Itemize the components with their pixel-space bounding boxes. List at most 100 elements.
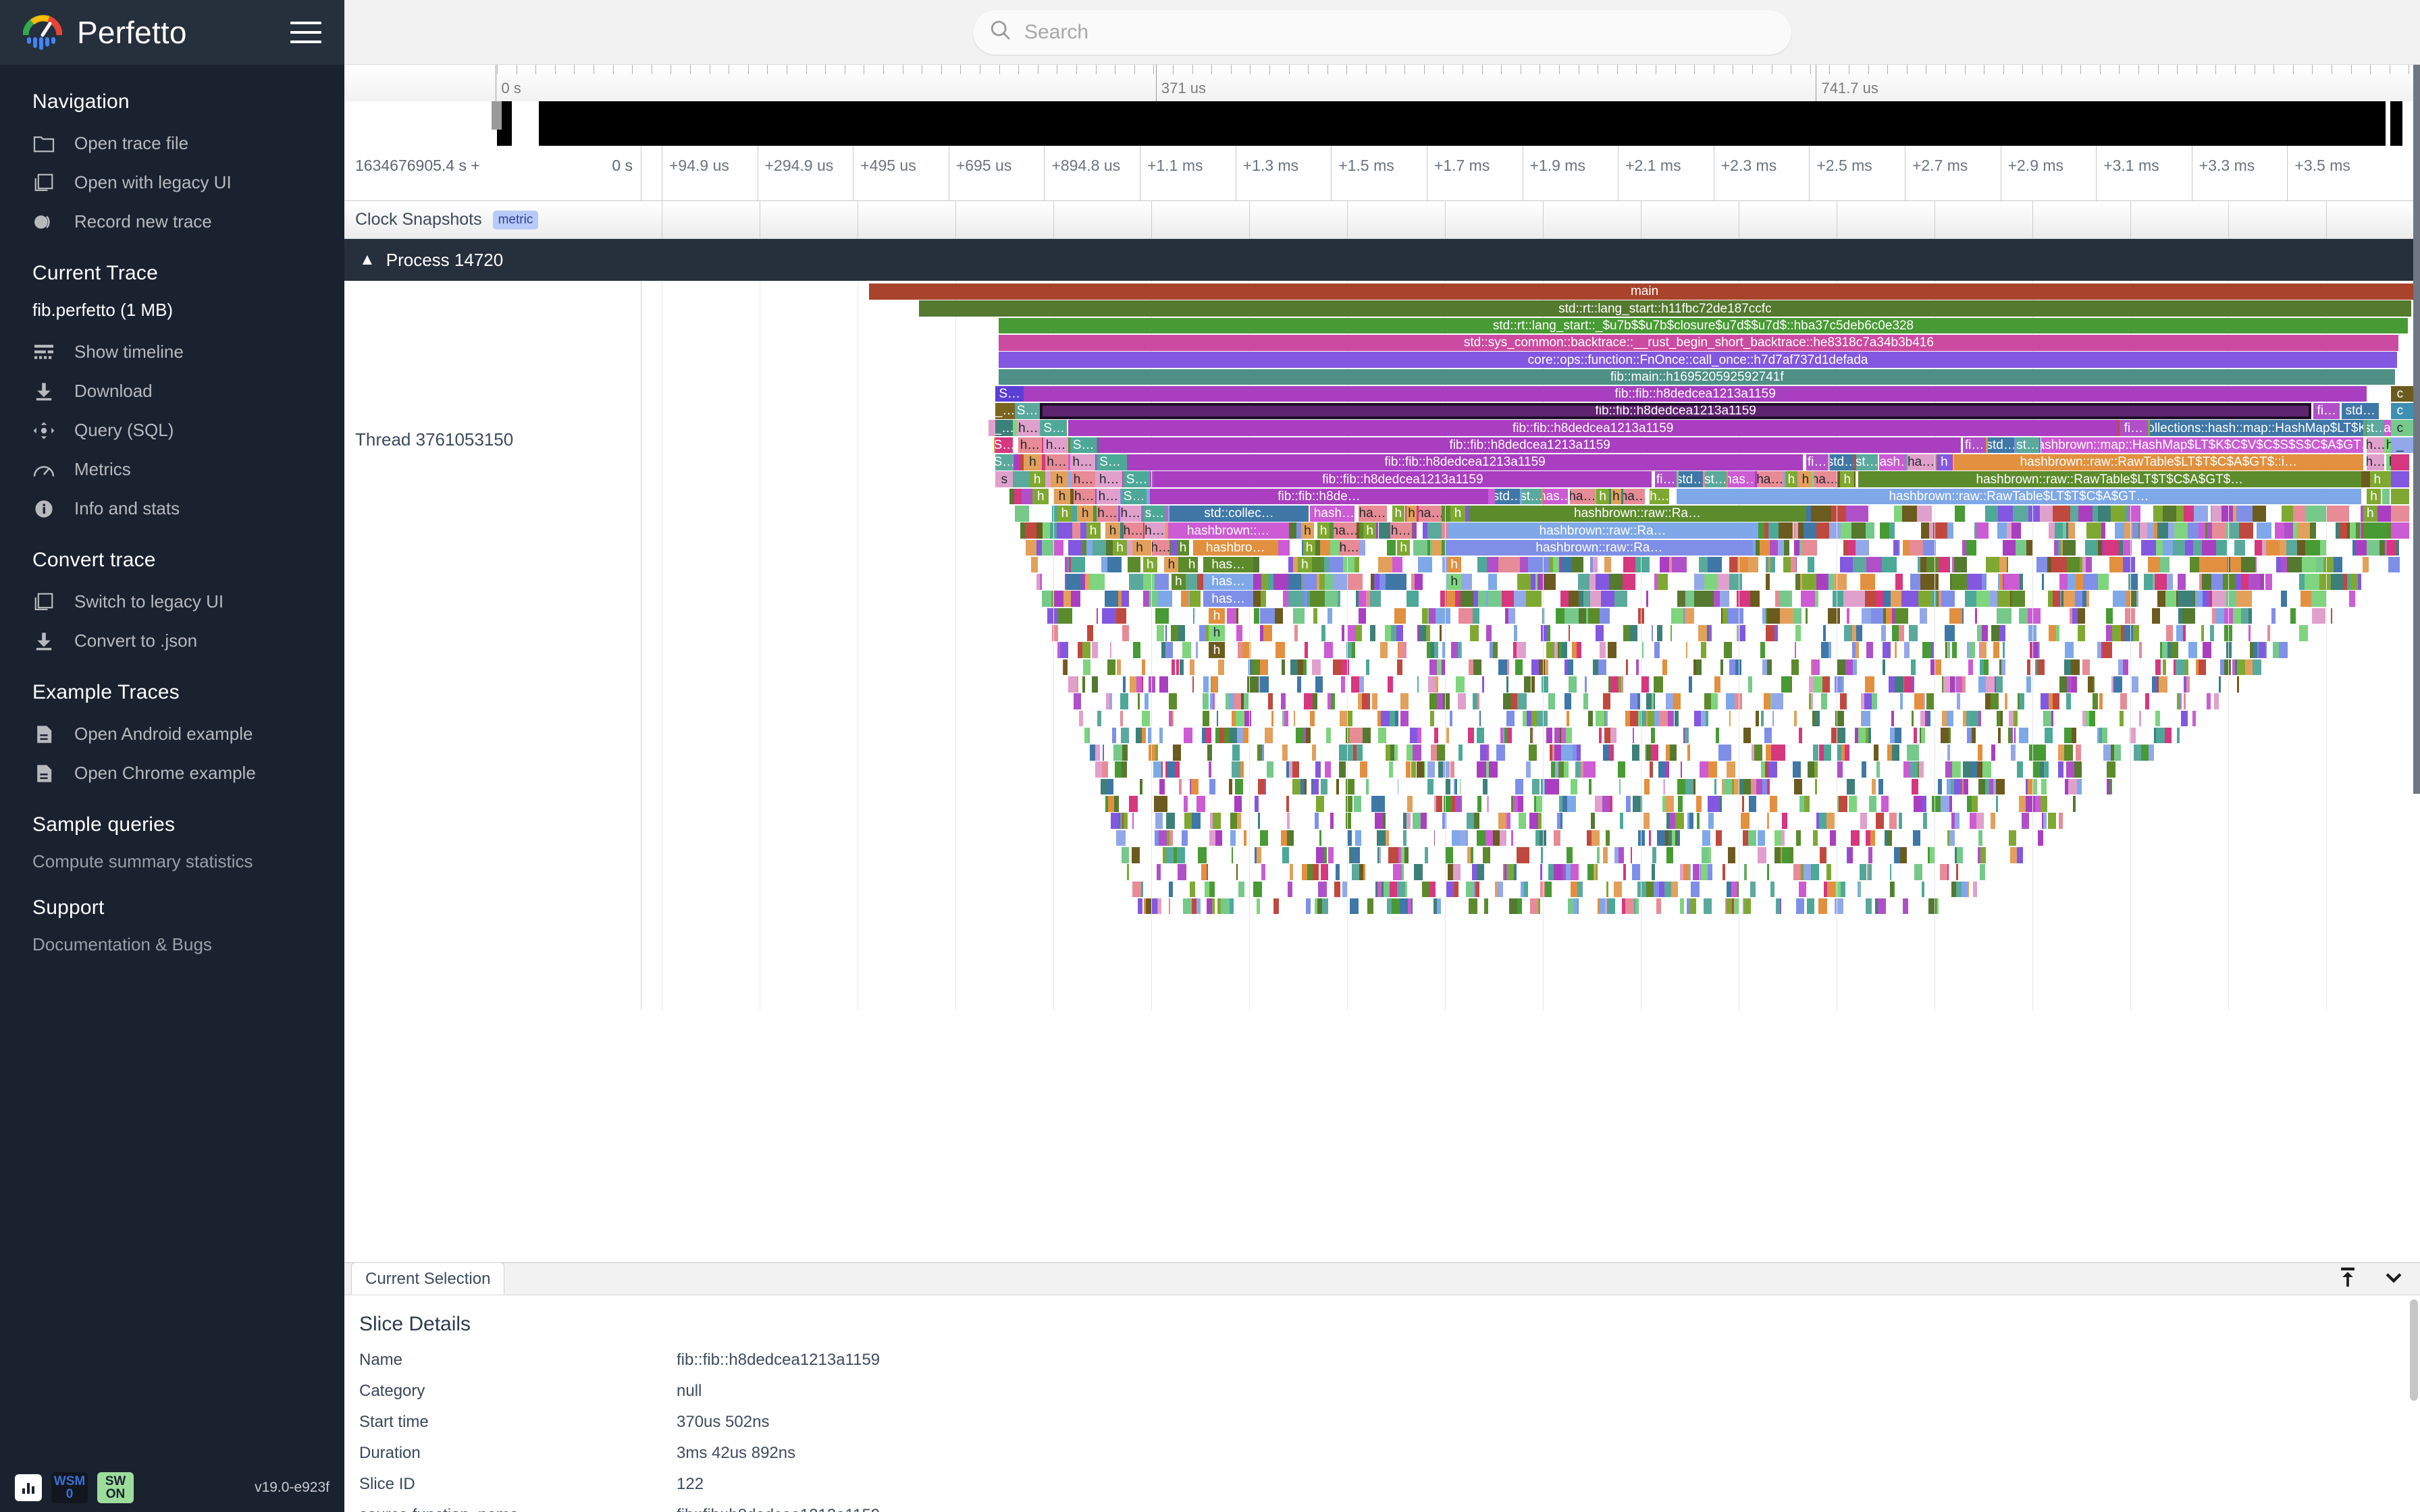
flamegraph-slice[interactable] <box>1273 898 1280 915</box>
flamegraph-slice[interactable] <box>1720 659 1724 676</box>
flamegraph-slice[interactable] <box>1211 676 1219 693</box>
flamegraph-slice[interactable] <box>1321 864 1327 880</box>
flamegraph-slice[interactable] <box>1377 846 1379 863</box>
flamegraph-slice[interactable] <box>2068 522 2075 539</box>
flamegraph-slice[interactable] <box>2040 761 2045 778</box>
flamegraph-slice[interactable] <box>2162 539 2174 556</box>
flamegraph-slice[interactable] <box>1437 745 1446 761</box>
flamegraph-slice[interactable] <box>1876 591 1883 608</box>
flamegraph-slice[interactable] <box>1421 813 1427 829</box>
flamegraph-slice[interactable] <box>1993 778 1997 795</box>
flamegraph-slice[interactable] <box>1508 727 1512 744</box>
flamegraph-slice[interactable] <box>2141 539 2157 556</box>
flamegraph-slice[interactable] <box>1890 864 1892 880</box>
flamegraph-slice[interactable] <box>1286 761 1289 778</box>
flamegraph-slice[interactable] <box>1564 608 1579 624</box>
flamegraph-slice[interactable] <box>1909 625 1918 641</box>
flamegraph-slice[interactable] <box>1566 846 1573 863</box>
flamegraph-slice[interactable] <box>1954 778 1962 795</box>
flamegraph-slice[interactable] <box>1554 727 1560 744</box>
flamegraph-slice[interactable] <box>1154 830 1159 846</box>
flamegraph-slice[interactable] <box>1083 659 1090 676</box>
flamegraph-slice[interactable] <box>1595 796 1603 812</box>
flamegraph-slice[interactable] <box>1683 608 1685 624</box>
flamegraph-slice[interactable] <box>1108 796 1114 812</box>
flamegraph-slice[interactable]: _ <box>2390 437 2410 454</box>
flamegraph-slice[interactable] <box>1430 745 1438 761</box>
flamegraph-slice[interactable] <box>1708 846 1711 863</box>
flamegraph-slice[interactable] <box>1604 556 1611 573</box>
flamegraph-slice[interactable] <box>1123 813 1128 829</box>
flamegraph-slice[interactable] <box>1764 522 1768 539</box>
flamegraph-slice[interactable] <box>1457 642 1461 658</box>
flamegraph-slice[interactable] <box>2071 727 2076 744</box>
flamegraph-slice[interactable] <box>1411 574 1415 590</box>
flamegraph-slice[interactable] <box>1562 796 1568 812</box>
flamegraph-slice[interactable] <box>1570 778 1578 795</box>
flamegraph-slice[interactable] <box>1701 642 1706 658</box>
flamegraph-slice[interactable]: fi… <box>1655 471 1677 487</box>
flamegraph-slice[interactable] <box>1880 796 1889 812</box>
flamegraph-slice[interactable]: h <box>1050 471 1069 487</box>
flamegraph-slice[interactable] <box>1865 676 1874 693</box>
flamegraph-slice[interactable] <box>1155 608 1169 624</box>
flamegraph-slice[interactable] <box>1410 727 1417 744</box>
flamegraph-slice[interactable] <box>1724 778 1733 795</box>
flamegraph-slice[interactable] <box>2240 574 2249 590</box>
flamegraph-slice[interactable] <box>1429 659 1433 676</box>
flamegraph-slice[interactable] <box>1350 898 1359 915</box>
flamegraph-slice[interactable] <box>2042 574 2044 590</box>
flamegraph-slice[interactable] <box>1855 539 1869 556</box>
flamegraph-slice[interactable] <box>2210 625 2215 641</box>
flamegraph-slice[interactable] <box>1358 727 1363 744</box>
flamegraph-slice[interactable]: fib::fib::h8dedcea1213a1159 <box>1098 437 1962 454</box>
flamegraph-slice[interactable] <box>2082 556 2086 573</box>
flamegraph-slice[interactable] <box>1576 642 1582 658</box>
flamegraph-slice[interactable] <box>1455 591 1461 608</box>
flamegraph-slice[interactable] <box>1734 778 1739 795</box>
flamegraph-slice[interactable] <box>1864 693 1872 709</box>
flamegraph-slice[interactable] <box>1868 727 1872 744</box>
flamegraph-slice[interactable] <box>1648 830 1652 846</box>
flamegraph-slice[interactable] <box>1538 813 1542 829</box>
flamegraph-slice[interactable] <box>1700 864 1702 880</box>
flamegraph-slice[interactable] <box>1531 727 1533 744</box>
flamegraph-slice[interactable]: _… <box>995 420 1014 437</box>
flamegraph-slice[interactable] <box>1967 574 1982 590</box>
flamegraph-slice[interactable] <box>2156 727 2165 744</box>
flamegraph-slice[interactable] <box>1281 693 1286 709</box>
flamegraph-slice[interactable] <box>1598 727 1602 744</box>
flamegraph-slice[interactable]: h <box>1596 488 1609 505</box>
flamegraph-slice[interactable] <box>1851 830 1860 846</box>
flamegraph-slice[interactable] <box>1849 796 1858 812</box>
flamegraph-slice[interactable]: h <box>1840 471 1855 487</box>
flamegraph-slice[interactable] <box>1174 761 1180 778</box>
flamegraph-slice[interactable] <box>1774 693 1783 709</box>
flamegraph-slice[interactable] <box>1213 693 1215 709</box>
flamegraph-slice[interactable]: S… <box>1123 471 1151 487</box>
flamegraph-slice[interactable] <box>2026 796 2035 812</box>
flamegraph-slice[interactable] <box>1192 676 1194 693</box>
flamegraph-slice[interactable] <box>1442 761 1450 778</box>
flamegraph-slice[interactable] <box>1860 574 1875 590</box>
flamegraph-slice[interactable] <box>1169 898 1170 915</box>
flamegraph-slice[interactable] <box>1985 676 1995 693</box>
flamegraph-slice[interactable] <box>1122 745 1128 761</box>
flamegraph-slice[interactable] <box>1382 881 1384 898</box>
flamegraph-slice[interactable]: S… <box>995 454 1014 470</box>
flamegraph-slice[interactable] <box>1997 710 2001 727</box>
flamegraph-slice[interactable] <box>1594 864 1596 880</box>
flamegraph-slice[interactable] <box>1922 796 1926 812</box>
flamegraph-slice[interactable] <box>2160 556 2170 573</box>
flamegraph-slice[interactable] <box>1708 813 1714 829</box>
flamegraph-slice[interactable]: ha… <box>1333 522 1357 539</box>
flamegraph-slice[interactable] <box>2003 574 2005 590</box>
flamegraph-slice[interactable] <box>1388 676 1393 693</box>
flamegraph-slice[interactable] <box>1714 676 1721 693</box>
flamegraph-slice[interactable] <box>1716 796 1720 812</box>
flamegraph-slice[interactable] <box>1524 881 1528 898</box>
flamegraph-slice[interactable] <box>1057 642 1060 658</box>
flamegraph-slice[interactable] <box>1182 898 1192 915</box>
flamegraph-slice[interactable]: ha… <box>1813 471 1837 487</box>
flamegraph-slice[interactable] <box>1618 676 1621 693</box>
